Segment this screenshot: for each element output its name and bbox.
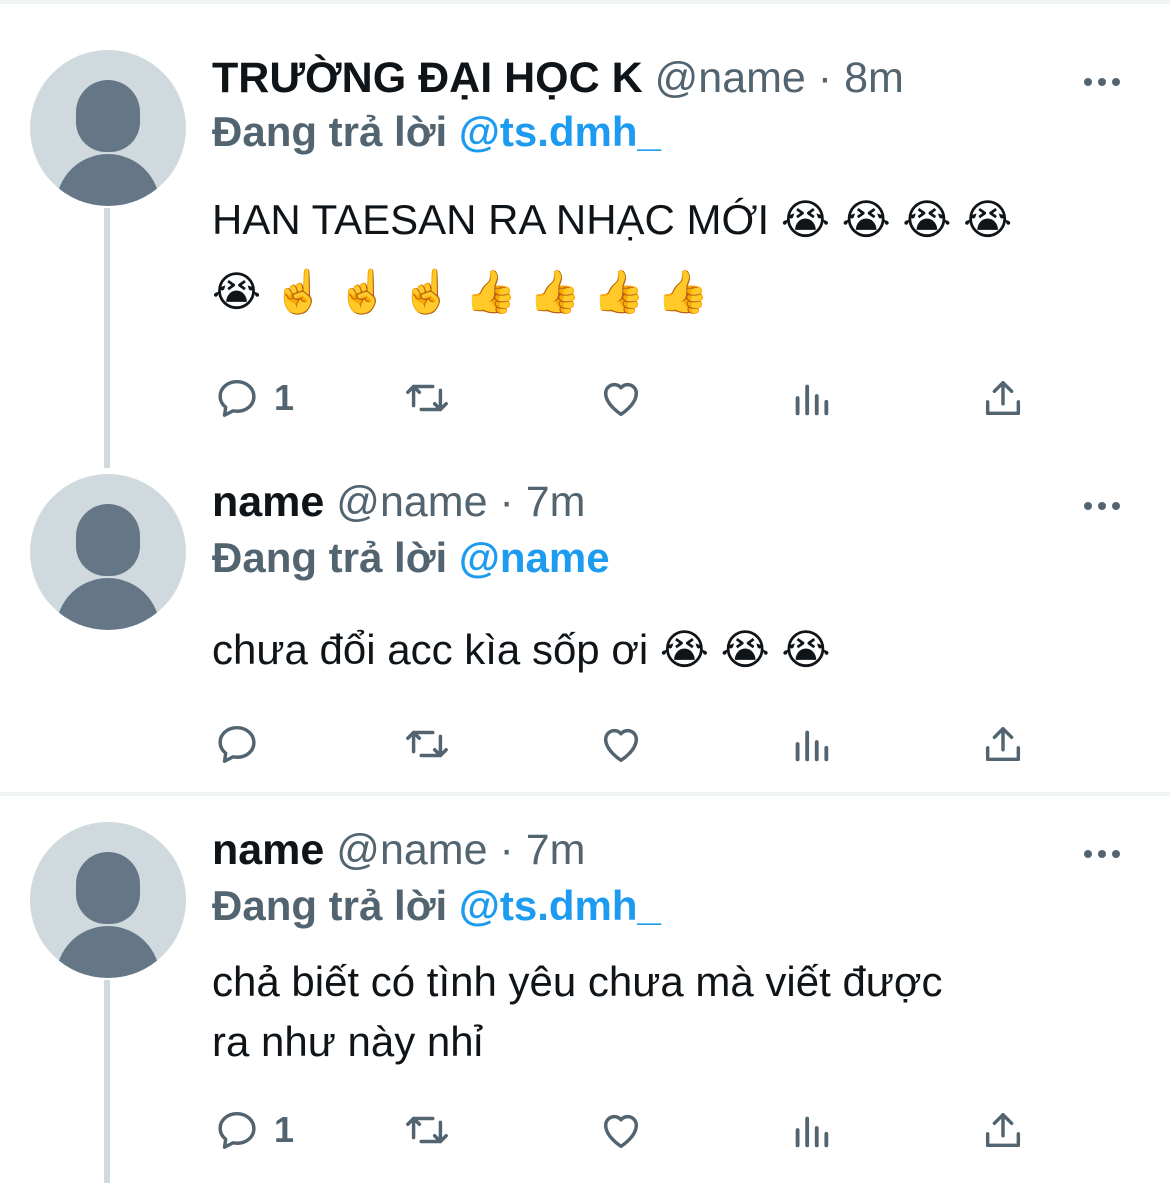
heart-icon <box>603 382 639 417</box>
timestamp[interactable]: 7m <box>526 826 586 874</box>
replying-to: Đang trả lời @ts.dmh_ <box>212 106 661 158</box>
retweet-icon <box>406 730 448 758</box>
tweet-text-line: ra như này nhỉ <box>212 1018 483 1065</box>
retweet-button[interactable] <box>404 1102 450 1158</box>
separator-dot: · <box>817 54 833 102</box>
tweet-divider <box>0 792 1170 796</box>
replying-to-label: Đang trả lời <box>212 882 448 929</box>
retweet-icon <box>406 384 448 412</box>
views-button[interactable] <box>788 1102 834 1158</box>
replying-to-label: Đang trả lời <box>212 108 448 155</box>
views-button[interactable] <box>788 716 834 772</box>
share-button[interactable] <box>980 716 1026 772</box>
share-button[interactable] <box>980 370 1026 426</box>
speech-bubble-icon <box>218 379 256 417</box>
share-button[interactable] <box>980 1102 1026 1158</box>
bar-chart-icon <box>795 384 829 416</box>
reply-mention-link[interactable]: @name <box>459 534 610 581</box>
avatar[interactable] <box>30 50 186 206</box>
tweet-text: chả biết có tình yêu chưa mà viết được r… <box>212 952 942 1072</box>
tweet-header: name @name · 7m <box>212 474 585 530</box>
replying-to: Đang trả lời @ts.dmh_ <box>212 880 661 932</box>
replying-to-label: Đang trả lời <box>212 534 448 581</box>
handle[interactable]: @name <box>336 478 487 526</box>
more-icon[interactable] <box>1084 850 1120 858</box>
tweet-header: name @name · 7m <box>212 822 585 878</box>
views-button[interactable] <box>788 370 834 426</box>
reply-mention-link[interactable]: @ts.dmh_ <box>459 108 661 155</box>
share-upload-icon <box>985 726 1021 762</box>
tweet-text-line: chả biết có tình yêu chưa mà viết được <box>212 958 943 1005</box>
reply-button[interactable]: 1 <box>214 370 294 426</box>
like-button[interactable] <box>598 1102 644 1158</box>
retweet-button[interactable] <box>404 370 450 426</box>
timestamp[interactable]: 7m <box>526 478 586 526</box>
reply-count: 1 <box>274 377 295 418</box>
tweet-text-line: chưa đổi acc kìa sốp ơi 😭 😭 😭 <box>212 626 831 673</box>
more-icon[interactable] <box>1084 502 1120 510</box>
thread-line <box>104 208 110 468</box>
separator-dot: · <box>499 478 514 526</box>
handle[interactable]: @name <box>655 54 806 102</box>
reply-count: 1 <box>274 1109 295 1150</box>
handle[interactable]: @name <box>336 826 487 874</box>
like-button[interactable] <box>598 370 644 426</box>
speech-bubble-icon <box>218 725 256 763</box>
more-icon[interactable] <box>1084 78 1120 86</box>
like-button[interactable] <box>598 716 644 772</box>
timestamp[interactable]: 8m <box>844 54 904 102</box>
display-name[interactable]: name <box>212 478 324 526</box>
avatar[interactable] <box>30 474 186 630</box>
thread-line <box>104 980 110 1183</box>
tweet-text: HAN TAESAN RA NHẠC MỚI 😭 😭 😭 😭 😭 ☝️ ☝️ ☝… <box>212 190 1012 322</box>
retweet-button[interactable] <box>404 716 450 772</box>
replying-to: Đang trả lời @name <box>212 532 610 584</box>
retweet-icon <box>406 1116 448 1144</box>
speech-bubble-icon <box>218 1111 256 1149</box>
tweet-text: chưa đổi acc kìa sốp ơi 😭 😭 😭 <box>212 620 830 680</box>
reply-button[interactable]: 1 <box>214 1102 294 1158</box>
share-upload-icon <box>985 1112 1021 1148</box>
share-upload-icon <box>985 380 1021 416</box>
heart-icon <box>603 1114 639 1149</box>
reply-button[interactable] <box>214 716 274 772</box>
tweet-text-line: HAN TAESAN RA NHẠC MỚI 😭 😭 😭 😭 <box>212 196 1013 243</box>
avatar[interactable] <box>30 822 186 978</box>
heart-icon <box>603 728 639 763</box>
reply-mention-link[interactable]: @ts.dmh_ <box>459 882 661 929</box>
top-divider <box>0 0 1170 4</box>
bar-chart-icon <box>795 730 829 762</box>
bar-chart-icon <box>795 1116 829 1148</box>
tweet-header: TRƯỜNG ĐẠI HỌC K @name · 8m <box>212 50 904 106</box>
tweet-text-line: 😭 ☝️ ☝️ ☝️ 👍 👍 👍 👍 <box>212 268 709 315</box>
display-name[interactable]: TRƯỜNG ĐẠI HỌC K <box>212 54 643 102</box>
separator-dot: · <box>499 826 514 874</box>
display-name[interactable]: name <box>212 826 324 874</box>
